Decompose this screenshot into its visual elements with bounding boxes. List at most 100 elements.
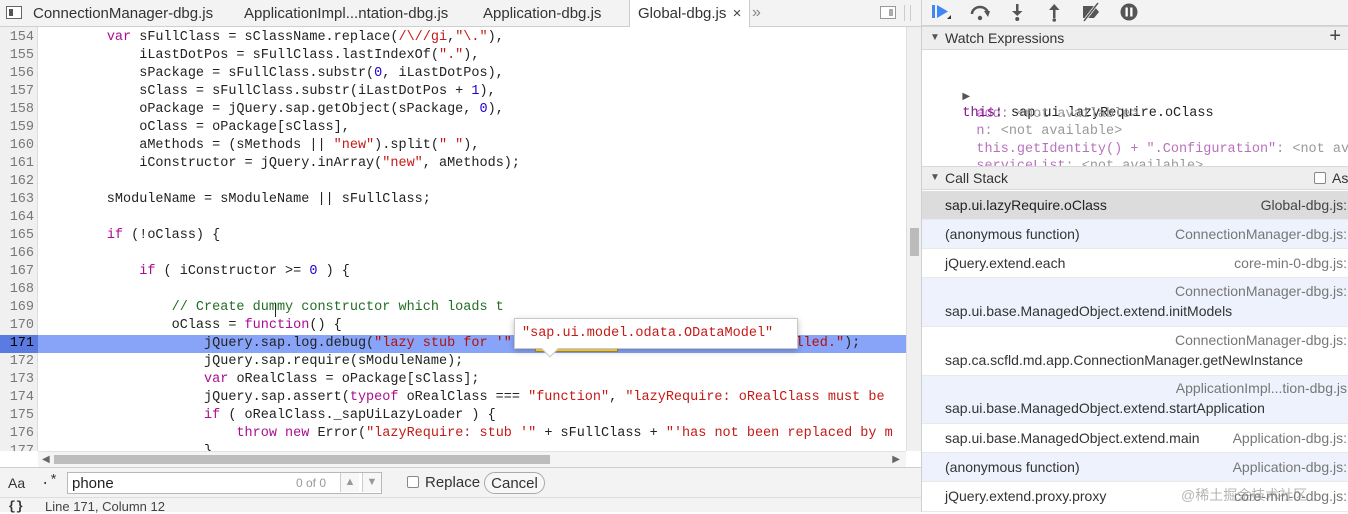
watch-item[interactable]: ▶ this: sap.ui.lazyRequire.oClass: [930, 71, 1213, 121]
collapse-triangle-icon[interactable]: ▼: [930, 27, 940, 49]
line-number[interactable]: 162: [0, 173, 38, 191]
frame-function: sap.ca.scfld.md.app.ConnectionManager.ge…: [945, 352, 1303, 368]
line-number[interactable]: 169: [0, 299, 38, 317]
line-number[interactable]: 171: [0, 335, 38, 353]
call-frame[interactable]: ConnectionManager-dbg.js: sap.ui.base.Ma…: [922, 278, 1348, 327]
code-line[interactable]: 157 sClass = sFullClass.substr(iLastDotP…: [0, 83, 906, 101]
code-line[interactable]: 177 }: [0, 443, 906, 451]
call-frame[interactable]: ApplicationImpl...tion-dbg.js sap.ui.bas…: [922, 376, 1348, 424]
tab-applicationimpl[interactable]: ApplicationImpl...ntation-dbg.js: [236, 0, 456, 27]
call-frame[interactable]: jQuery.extend.each core-min-0-dbg.js:: [922, 249, 1348, 278]
scroll-left-icon[interactable]: ◀: [42, 454, 50, 465]
scroll-thumb[interactable]: [910, 228, 919, 256]
line-number[interactable]: 161: [0, 155, 38, 173]
code-line[interactable]: 161 iConstructor = jQuery.inArray("new",…: [0, 155, 906, 173]
toggle-debugger-icon[interactable]: [880, 6, 896, 19]
code-line[interactable]: 175 if ( oRealClass._sapUiLazyLoader ) {: [0, 407, 906, 425]
tab-connectionmanager[interactable]: ConnectionManager-dbg.js: [25, 0, 221, 27]
code-line[interactable]: 176 throw new Error("lazyRequire: stub '…: [0, 425, 906, 443]
code-line[interactable]: 154 var sFullClass = sClassName.replace(…: [0, 29, 906, 47]
line-number[interactable]: 172: [0, 353, 38, 371]
line-number[interactable]: 159: [0, 119, 38, 137]
code-line[interactable]: 159 oClass = oPackage[sClass],: [0, 119, 906, 137]
editor-horizontal-scrollbar[interactable]: ◀ ▶: [38, 451, 906, 467]
watch-item[interactable]: serviceList: <not available>: [944, 141, 1203, 174]
resume-icon[interactable]: [930, 2, 952, 22]
close-tab-icon[interactable]: ×: [733, 5, 742, 22]
source-editor[interactable]: 154 var sFullClass = sClassName.replace(…: [0, 27, 921, 451]
code-line[interactable]: 155 iLastDotPos = sFullClass.lastIndexOf…: [0, 47, 906, 65]
scroll-thumb[interactable]: [54, 455, 550, 464]
step-out-icon[interactable]: [1043, 2, 1065, 22]
toggle-navigator-icon[interactable]: [6, 6, 22, 19]
code-line[interactable]: 156 sPackage = sFullClass.substr(0, iLas…: [0, 65, 906, 83]
next-match-icon[interactable]: ▼: [362, 473, 381, 492]
cancel-button[interactable]: Cancel: [484, 472, 545, 494]
code-text: // Create dummy constructor which loads …: [171, 300, 504, 315]
line-number[interactable]: 174: [0, 389, 38, 407]
call-frame[interactable]: sap.ui.lazyRequire.oClass Global-dbg.js:: [922, 191, 1348, 220]
line-number[interactable]: 167: [0, 263, 38, 281]
line-number[interactable]: 168: [0, 281, 38, 299]
match-case-button[interactable]: Aa: [8, 475, 25, 491]
watch-item[interactable]: this.getIdentity() + ".Configuration": <…: [944, 124, 1348, 157]
add-watch-expression-icon[interactable]: +: [1329, 25, 1341, 47]
watch-item[interactable]: n: <not available>: [944, 106, 1122, 139]
editor-vertical-scrollbar[interactable]: [906, 27, 921, 451]
code-line[interactable]: 163 sModuleName = sModuleName || sFullCl…: [0, 191, 906, 209]
code-line[interactable]: 168: [0, 281, 906, 299]
line-number[interactable]: 176: [0, 425, 38, 443]
code-line[interactable]: 172 jQuery.sap.require(sModuleName);: [0, 353, 906, 371]
line-number[interactable]: 177: [0, 443, 38, 451]
pause-on-exceptions-icon[interactable]: [1118, 2, 1140, 22]
watch-item[interactable]: add: <not available>: [944, 89, 1138, 122]
code-text: if ( oRealClass._sapUiLazyLoader ) {: [204, 408, 496, 423]
frame-location: ConnectionManager-dbg.js:: [1175, 283, 1347, 299]
scroll-right-icon[interactable]: ▶: [892, 454, 900, 465]
line-number[interactable]: 160: [0, 137, 38, 155]
code-text: }: [42, 443, 212, 451]
line-number[interactable]: 155: [0, 47, 38, 65]
search-input[interactable]: [67, 472, 382, 494]
async-checkbox[interactable]: [1314, 172, 1326, 184]
tabs-overflow-icon[interactable]: »: [752, 0, 761, 25]
watch-expressions-header[interactable]: ▼ Watch Expressions +: [922, 25, 1348, 50]
deactivate-breakpoints-icon[interactable]: [1080, 2, 1102, 22]
code-line[interactable]: 167 if ( iConstructor >= 0 ) {: [0, 263, 906, 281]
tab-global[interactable]: Global-dbg.js ×: [629, 0, 751, 28]
line-number[interactable]: 166: [0, 245, 38, 263]
code-line[interactable]: 166: [0, 245, 906, 263]
call-frame[interactable]: ConnectionManager-dbg.js: sap.ca.scfld.m…: [922, 327, 1348, 376]
step-into-icon[interactable]: [1006, 2, 1028, 22]
replace-label: Replace: [425, 474, 481, 491]
line-number[interactable]: 175: [0, 407, 38, 425]
call-frame[interactable]: sap.ui.base.ManagedObject.extend.main Ap…: [922, 424, 1348, 453]
line-number[interactable]: 170: [0, 317, 38, 335]
step-over-icon[interactable]: [969, 2, 991, 22]
call-stack-header[interactable]: ▼ Call Stack Async: [922, 166, 1348, 190]
code-line[interactable]: 165 if (!oClass) {: [0, 227, 906, 245]
line-number[interactable]: 158: [0, 101, 38, 119]
code-line[interactable]: 158 oPackage = jQuery.sap.getObject(sPac…: [0, 101, 906, 119]
line-number[interactable]: 154: [0, 29, 38, 47]
replace-checkbox[interactable]: [407, 476, 419, 488]
line-number[interactable]: 157: [0, 83, 38, 101]
line-number[interactable]: 156: [0, 65, 38, 83]
collapse-triangle-icon[interactable]: ▼: [930, 167, 940, 189]
line-number[interactable]: 164: [0, 209, 38, 227]
code-line[interactable]: 174 jQuery.sap.assert(typeof oRealClass …: [0, 389, 906, 407]
line-number[interactable]: 163: [0, 191, 38, 209]
code-line[interactable]: 173 var oRealClass = oPackage[sClass];: [0, 371, 906, 389]
code-line[interactable]: 160 aMethods = (sMethods || "new").split…: [0, 137, 906, 155]
code-line[interactable]: 169 // Create dummy constructor which lo…: [0, 299, 906, 317]
call-frame[interactable]: (anonymous function) Application-dbg.js:: [922, 453, 1348, 482]
frame-location: Global-dbg.js:: [1260, 197, 1347, 213]
previous-match-icon[interactable]: ▲: [340, 473, 359, 492]
line-number[interactable]: 165: [0, 227, 38, 245]
regex-button[interactable]: .*: [41, 473, 58, 489]
call-frame[interactable]: (anonymous function) ConnectionManager-d…: [922, 220, 1348, 249]
code-line[interactable]: 162: [0, 173, 906, 191]
line-number[interactable]: 173: [0, 371, 38, 389]
tab-application[interactable]: Application-dbg.js: [475, 0, 609, 27]
code-line[interactable]: 164: [0, 209, 906, 227]
